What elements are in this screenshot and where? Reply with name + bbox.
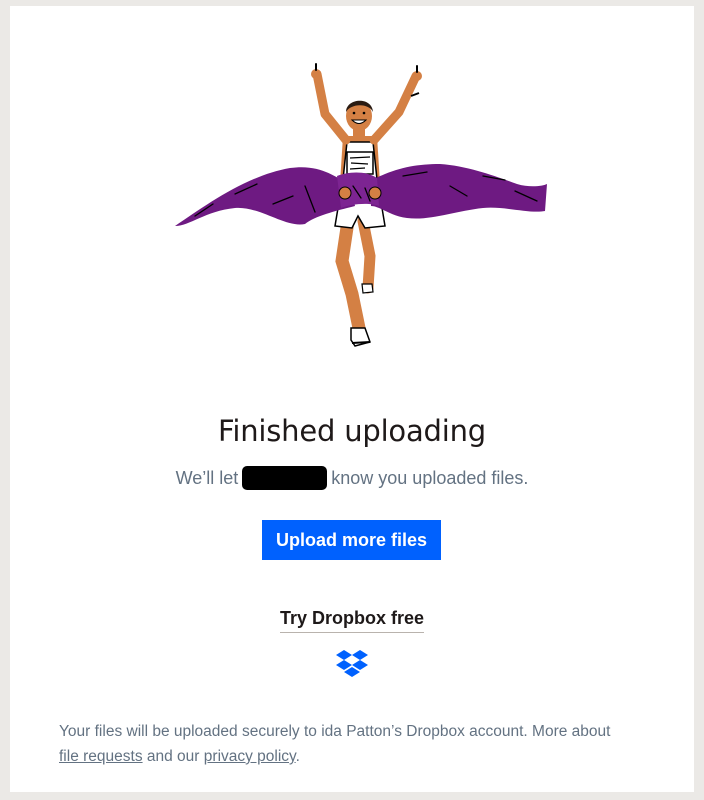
runner-finish-line-illustration [175,63,547,347]
footer-text: Your files will be uploaded securely to … [59,723,611,740]
file-requests-link[interactable]: file requests [59,748,143,765]
upload-complete-card: Finished uploading We’ll let know you upl… [10,6,694,792]
try-dropbox-free-link[interactable]: Try Dropbox free [280,608,425,633]
dropbox-logo-icon[interactable] [336,649,368,679]
privacy-policy-link[interactable]: privacy policy [204,748,296,765]
upload-more-files-button[interactable]: Upload more files [262,520,441,560]
footer-notice: Your files will be uploaded securely to … [59,719,659,769]
subtitle-prefix: We’ll let [175,468,239,488]
footer-end: . [295,748,300,765]
footer-middle-text: and our [146,748,200,765]
upload-confirmation-text: We’ll let know you uploaded files. [10,466,694,490]
page-title: Finished uploading [217,414,487,448]
redacted-recipient-name [242,466,328,490]
subtitle-suffix: know you uploaded files. [331,468,529,488]
